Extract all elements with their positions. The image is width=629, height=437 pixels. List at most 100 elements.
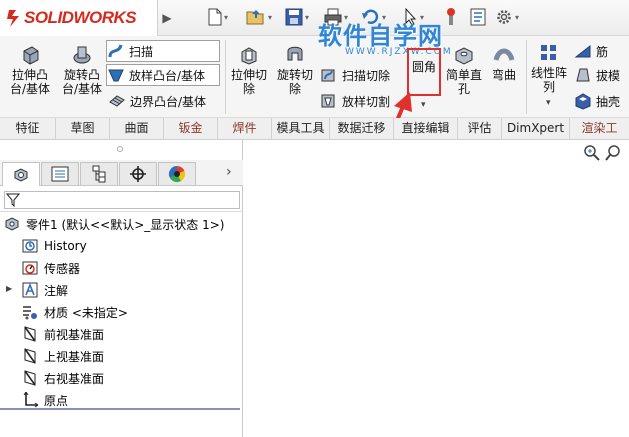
zoom-area-icon[interactable] [605, 144, 623, 162]
sweep-label: 扫描 [129, 44, 154, 59]
graphics-area[interactable] [244, 140, 629, 437]
boundary-boss-button[interactable]: 边界凸台/基体 [108, 90, 222, 112]
tree-item-history[interactable]: History [22, 236, 87, 256]
flex-icon [493, 48, 515, 61]
flex-label: 弯曲 [491, 68, 516, 82]
command-manager-tabs: 特征 草图 曲面 钣金 焊件 模具工具 数据迁移 直接编辑 评估 DimXper… [0, 118, 629, 140]
fillet-highlight-box [407, 48, 441, 96]
plane-icon [24, 370, 36, 386]
solidworks-logo[interactable]: SOLIDWORKS [0, 0, 158, 36]
sweep-cut-button[interactable]: 扫描切除 [320, 64, 390, 86]
tree-item-label: History [44, 239, 87, 253]
tab-dimxpert[interactable]: DimXpert [502, 118, 570, 140]
shell-label: 抽壳 [596, 94, 621, 109]
feature-tree-icon [14, 167, 28, 182]
tree-item-material[interactable]: 材质 <未指定> [22, 302, 128, 322]
tree-filter-input[interactable] [4, 191, 240, 209]
sweep-button[interactable]: 扫描 [106, 40, 220, 62]
expand-annotations-icon[interactable]: ▶ [6, 284, 12, 293]
tab-render-tools[interactable]: 渲染工 [570, 118, 629, 140]
new-document-icon[interactable]: ▾ [208, 6, 228, 28]
tab-sketch[interactable]: 草图 [56, 118, 110, 140]
feature-ribbon: 拉伸凸台/基体 旋转凸台/基体 扫描 放样凸台/基体 边界凸台/基体 拉伸切除 … [0, 36, 629, 118]
revolve-cut-icon [287, 46, 303, 61]
revolve-cut-label: 旋转切除 [276, 68, 313, 96]
panel-tabs-more-icon[interactable]: › [226, 164, 232, 180]
draft-label: 拔模 [596, 68, 621, 83]
panel-grip[interactable] [117, 146, 123, 152]
watermark-title: 软件自学网 [318, 22, 443, 50]
history-icon [22, 239, 38, 253]
extrude-boss-label: 拉伸凸台/基体 [9, 68, 51, 96]
tree-item-label: 传感器 [44, 261, 81, 276]
menu-expand-arrow[interactable]: ▶ [160, 8, 174, 28]
dimxpert-manager-tab[interactable] [119, 162, 157, 185]
panel-bottom-border [0, 408, 240, 410]
crosshair-icon [130, 166, 146, 182]
tab-direct-editing[interactable]: 直接编辑 [394, 118, 458, 140]
tree-item-sensors[interactable]: 传感器 [22, 258, 80, 278]
fillet-dropdown[interactable]: ▾ [421, 100, 426, 110]
ribbon-divider [225, 40, 226, 114]
save-icon[interactable]: ▾ [285, 6, 309, 28]
tree-item-label: 材质 <未指定> [44, 305, 128, 320]
tab-data-migration[interactable]: 数据迁移 [330, 118, 394, 140]
tree-item-top-plane[interactable]: 上视基准面 [22, 346, 104, 366]
tree-item-label: 前视基准面 [44, 327, 105, 342]
configuration-manager-tab[interactable] [80, 162, 118, 185]
linear-pattern-button[interactable]: 线性阵列 [530, 42, 568, 94]
flex-button[interactable]: 弯曲 [486, 44, 522, 82]
feature-manager-tab[interactable] [2, 162, 40, 186]
tree-item-label: 原点 [44, 393, 69, 408]
revolve-boss-icon [73, 46, 91, 64]
tree-item-label: 右视基准面 [44, 371, 105, 386]
rib-label: 筋 [596, 44, 609, 59]
zoom-to-fit-icon[interactable] [583, 144, 601, 162]
display-manager-tab[interactable] [158, 162, 196, 185]
property-manager-tab[interactable] [41, 162, 79, 185]
shell-button[interactable]: 抽壳 [574, 90, 620, 112]
extrude-cut-button[interactable]: 拉伸切除 [228, 44, 270, 96]
tab-sheet-metal[interactable]: 钣金 [164, 118, 218, 140]
linear-pattern-icon [541, 45, 556, 60]
loft-cut-icon [321, 94, 335, 108]
part-icon [5, 217, 19, 231]
tab-mold-tools[interactable]: 模具工具 [272, 118, 330, 140]
tab-feature[interactable]: 特征 [0, 118, 56, 140]
options-gear-icon[interactable]: ▾ [495, 6, 519, 28]
material-icon [23, 306, 37, 320]
revolve-boss-button[interactable]: 旋转凸台/基体 [58, 44, 106, 96]
sweep-icon [108, 44, 123, 58]
draft-button[interactable]: 拔模 [574, 64, 620, 86]
rebuild-icon[interactable] [444, 6, 458, 28]
extrude-boss-button[interactable]: 拉伸凸台/基体 [6, 44, 54, 96]
loft-boss-button[interactable]: 放样凸台/基体 [106, 64, 220, 86]
origin-icon [23, 392, 38, 408]
tree-item-right-plane[interactable]: 右视基准面 [22, 368, 104, 388]
loft-boss-icon [108, 69, 124, 82]
panel-tabs [0, 160, 243, 186]
solidworks-logo-icon [7, 10, 19, 27]
title-bar: SOLIDWORKS ▶ ▾ ▾ ▾ ▾ ▾ ▾ ▾ [0, 0, 629, 36]
tree-item-origin[interactable]: 原点 [22, 390, 68, 410]
linear-pattern-dropdown[interactable]: ▾ [546, 98, 551, 108]
tab-surface[interactable]: 曲面 [110, 118, 164, 140]
open-icon[interactable]: ▾ [246, 6, 272, 28]
revolve-cut-button[interactable]: 旋转切除 [274, 44, 316, 96]
tree-item-front-plane[interactable]: 前视基准面 [22, 324, 104, 344]
part-root-node[interactable]: 零件1 (默认<<默认>_显示状态 1>) [4, 214, 224, 234]
loft-boss-label: 放样凸台/基体 [129, 68, 206, 83]
tree-filter-bar [0, 188, 243, 212]
display-color-wheel-icon [168, 165, 186, 183]
rib-button[interactable]: 筋 [574, 40, 608, 62]
tab-evaluate[interactable]: 评估 [458, 118, 502, 140]
linear-pattern-label: 线性阵列 [530, 66, 567, 94]
configuration-icon [92, 165, 106, 183]
tree-item-annotations[interactable]: 注解 [22, 280, 68, 300]
logo-text: SOLIDWORKS [24, 8, 137, 27]
plane-icon [24, 326, 36, 342]
file-properties-icon[interactable] [470, 6, 486, 28]
tab-weldments[interactable]: 焊件 [218, 118, 272, 140]
part-root-label: 零件1 (默认<<默认>_显示状态 1>) [26, 217, 225, 232]
tree-item-label: 注解 [44, 283, 69, 298]
